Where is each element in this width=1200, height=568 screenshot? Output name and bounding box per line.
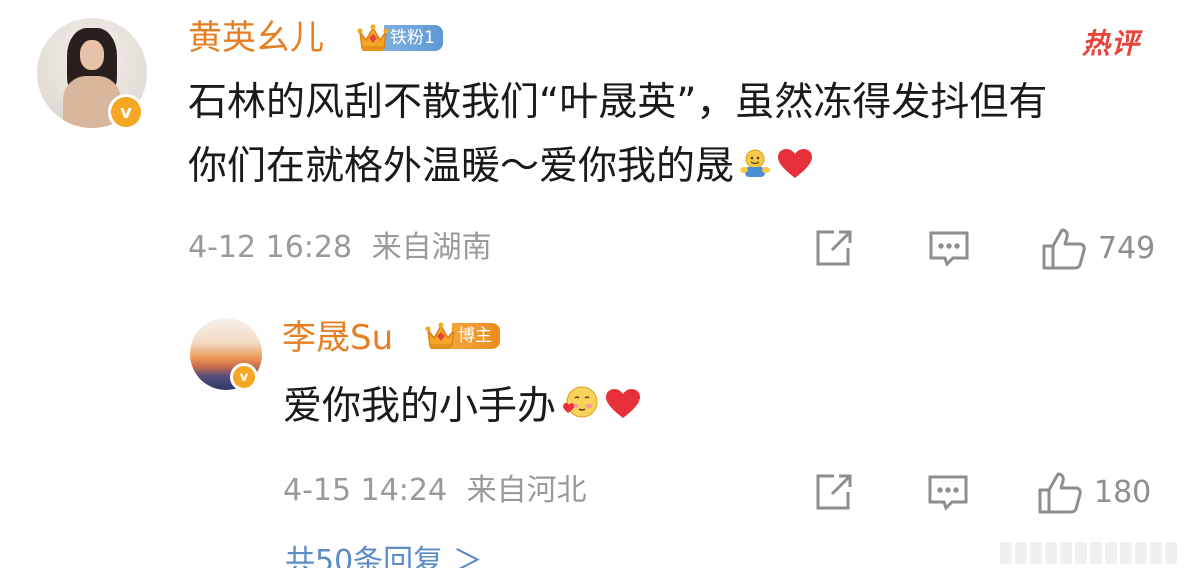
heart-emoji	[604, 380, 642, 438]
reply-button[interactable]	[926, 472, 970, 514]
like-button[interactable]: 749	[1040, 226, 1155, 272]
watermark-bar	[1000, 542, 1012, 564]
share-icon	[812, 228, 854, 268]
comment-thread: v 黄英幺儿 铁粉1 热评 石林的风刮不散我们“叶晟英”，虽然冻得发抖但有 你们…	[0, 0, 1200, 568]
comment-time: 4-12 16:28	[188, 230, 353, 265]
reply-button[interactable]	[927, 228, 971, 270]
comment-text-line1: 石林的风刮不散我们“叶晟英”，虽然冻得发抖但有	[188, 80, 1048, 125]
blush-emoji	[560, 380, 600, 438]
comment-meta: 4-12 16:28 来自湖南	[188, 230, 492, 266]
watermark-bar	[1030, 542, 1042, 564]
watermark-bar	[1135, 542, 1147, 564]
like-count: 180	[1094, 475, 1152, 510]
thumbs-up-icon	[1040, 226, 1088, 272]
watermark-bar	[1090, 542, 1102, 564]
watermark-bar	[1075, 542, 1087, 564]
blogger-badge[interactable]: 博主	[424, 320, 500, 352]
crown-icon	[424, 320, 458, 352]
verified-badge: v	[230, 363, 258, 391]
comment-icon	[926, 472, 970, 514]
avatar-face	[80, 40, 104, 70]
comment-text-line2: 你们在就格外温暖～爱你我的晟	[188, 138, 814, 198]
watermark-bar	[1105, 542, 1117, 564]
share-button[interactable]	[812, 228, 854, 268]
watermark	[1000, 538, 1190, 568]
reply-time: 4-15 14:24	[283, 473, 448, 508]
hug-emoji	[738, 140, 772, 198]
reply-text-content: 爱你我的小手办	[283, 384, 557, 429]
fan-badge[interactable]: 铁粉1	[356, 22, 443, 54]
share-icon	[812, 472, 854, 512]
share-button[interactable]	[812, 472, 854, 512]
heart-emoji	[776, 140, 814, 198]
like-button[interactable]: 180	[1036, 470, 1151, 516]
comment-username[interactable]: 黄英幺儿	[188, 18, 324, 58]
reply-username[interactable]: 李晟Su	[282, 318, 393, 358]
like-count: 749	[1098, 231, 1156, 266]
comment-text-line2-content: 你们在就格外温暖～爱你我的晟	[188, 144, 735, 189]
hot-comment-tag: 热评	[1082, 27, 1141, 60]
blogger-badge-label: 博主	[452, 323, 500, 349]
watermark-bar	[1060, 542, 1072, 564]
more-replies-link[interactable]: 共50条回复 ＞	[285, 542, 483, 568]
crown-icon	[356, 22, 390, 54]
comment-icon	[927, 228, 971, 270]
reply-location: 来自河北	[466, 473, 587, 508]
watermark-bar	[1150, 542, 1162, 564]
watermark-bar	[1165, 542, 1177, 564]
watermark-bar	[1120, 542, 1132, 564]
watermark-bar	[1045, 542, 1057, 564]
reply-meta: 4-15 14:24 来自河北	[283, 473, 587, 509]
verified-badge: v	[108, 94, 144, 130]
fan-badge-label: 铁粉1	[384, 25, 443, 51]
watermark-bar	[1015, 542, 1027, 564]
comment-location: 来自湖南	[371, 230, 492, 265]
thumbs-up-icon	[1036, 470, 1084, 516]
reply-text: 爱你我的小手办	[283, 378, 642, 438]
